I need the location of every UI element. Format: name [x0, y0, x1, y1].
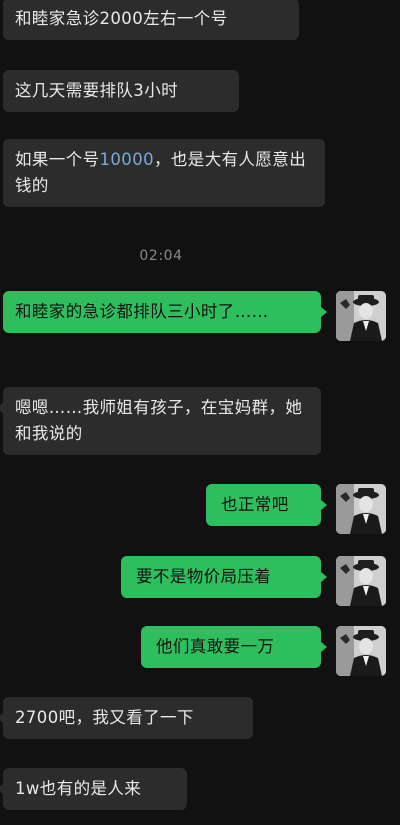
message-text: 这几天需要排队3小时 — [15, 81, 178, 100]
user-avatar-icon[interactable] — [336, 291, 386, 341]
message-outgoing[interactable]: 他们真敢要一万 — [141, 626, 327, 668]
avatar-image — [336, 556, 386, 606]
avatar-image — [336, 626, 386, 676]
message-incoming[interactable]: 和睦家急诊2000左右一个号 — [3, 0, 299, 40]
message-text: 和睦家急诊2000左右一个号 — [15, 9, 228, 28]
message-text: 1w也有的是人来 — [15, 779, 142, 798]
message-incoming[interactable]: 这几天需要排队3小时 — [3, 70, 239, 112]
message-text: 2700吧，我又看了一下 — [15, 708, 194, 727]
avatar-image — [336, 291, 386, 341]
message-text: 嗯嗯……我师姐有孩子，在宝妈群，她和我说的 — [15, 398, 303, 443]
message-text: 如果一个号 — [15, 150, 100, 169]
message-incoming[interactable]: 2700吧，我又看了一下 — [0, 697, 253, 739]
message-text: 要不是物价局压着 — [136, 567, 272, 586]
message-link-number[interactable]: 10000 — [100, 150, 155, 169]
avatar-image — [336, 484, 386, 534]
message-incoming[interactable]: 嗯嗯……我师姐有孩子，在宝妈群，她和我说的 — [0, 387, 321, 455]
message-text: 和睦家的急诊都排队三小时了…… — [15, 302, 269, 321]
chat-timestamp: 02:04 — [139, 248, 183, 264]
user-avatar-icon[interactable] — [336, 626, 386, 676]
user-avatar-icon[interactable] — [336, 484, 386, 534]
message-outgoing[interactable]: 和睦家的急诊都排队三小时了…… — [3, 291, 327, 333]
message-outgoing[interactable]: 也正常吧 — [206, 484, 327, 526]
message-text: 也正常吧 — [221, 495, 289, 514]
message-incoming[interactable]: 如果一个号10000，也是大有人愿意出钱的 — [3, 139, 325, 207]
message-incoming[interactable]: 1w也有的是人来 — [0, 768, 187, 810]
message-text: 他们真敢要一万 — [156, 637, 275, 656]
message-outgoing[interactable]: 要不是物价局压着 — [121, 556, 327, 598]
chat-view: 和睦家急诊2000左右一个号 这几天需要排队3小时 如果一个号10000，也是大… — [0, 0, 400, 825]
user-avatar-icon[interactable] — [336, 556, 386, 606]
